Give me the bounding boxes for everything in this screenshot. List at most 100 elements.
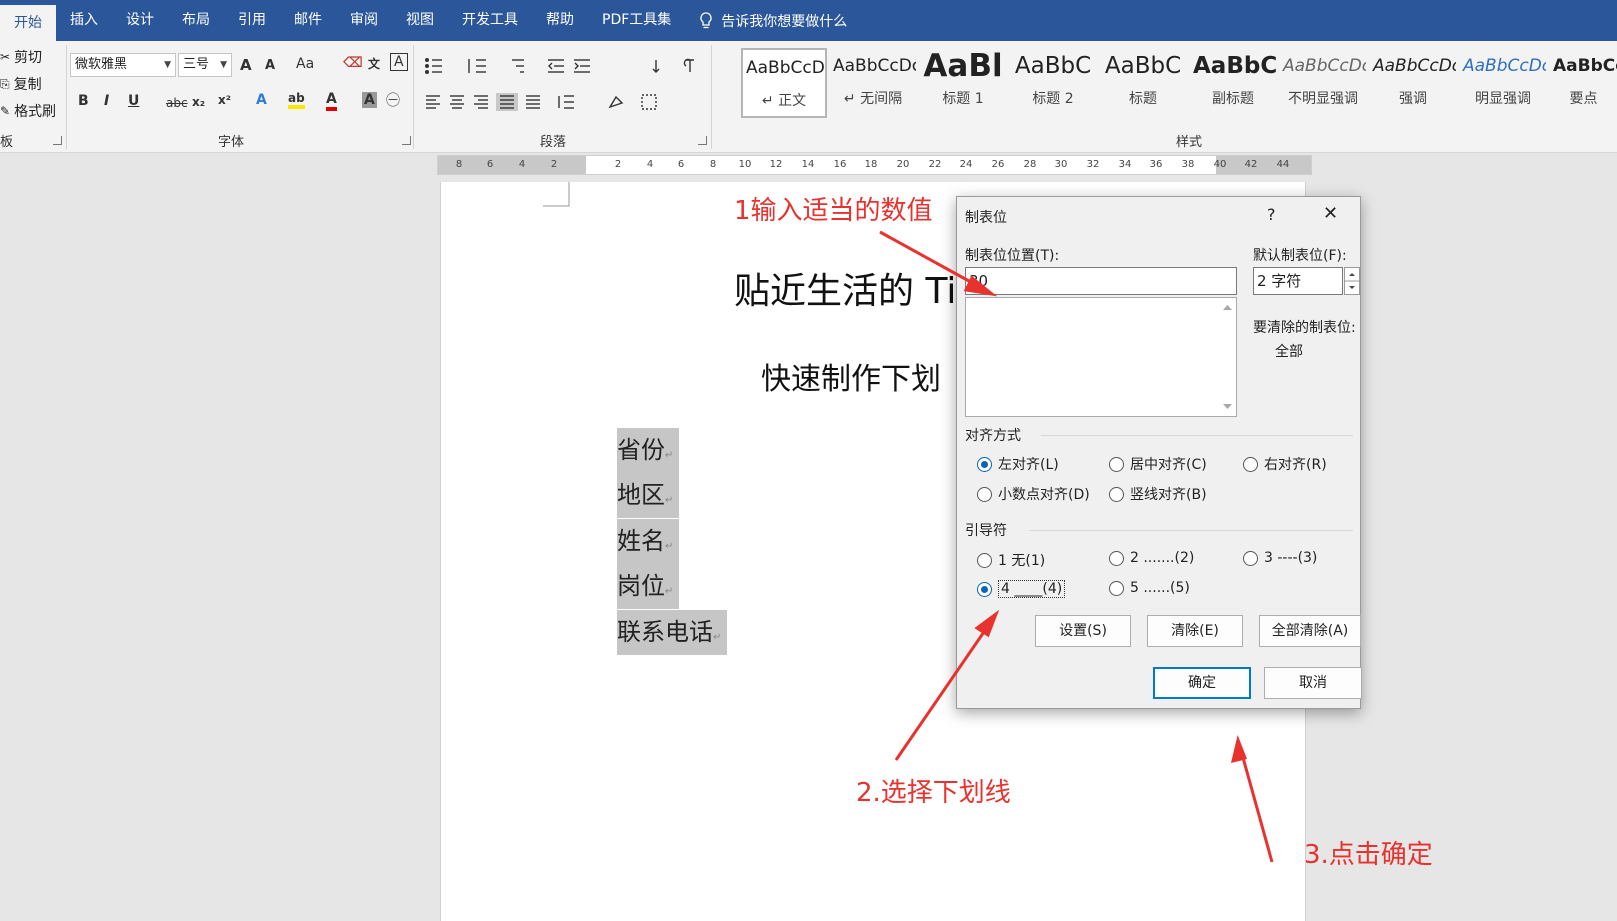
- style-title[interactable]: AaBbC 标题: [1100, 48, 1186, 118]
- leader-dots-radio[interactable]: 2 .......(2): [1109, 550, 1194, 566]
- alignment-section-label: 对齐方式: [965, 428, 1021, 444]
- tab-position-input[interactable]: 30: [965, 267, 1237, 295]
- clear-all-button[interactable]: 全部清除(A): [1259, 615, 1361, 647]
- ruler-label: 4: [518, 159, 526, 170]
- style-strong[interactable]: AaBbCc要点: [1550, 48, 1617, 118]
- list-scrollbar[interactable]: [1219, 298, 1236, 416]
- radio-icon: [1243, 456, 1258, 472]
- tab-references[interactable]: 引用: [224, 0, 280, 41]
- close-icon[interactable]: ✕: [1323, 203, 1338, 224]
- style-no-spacing[interactable]: AaBbCcDc ↵ 无间隔: [830, 48, 916, 118]
- cut-button[interactable]: ✂ 剪切: [0, 47, 42, 67]
- ruler-label: 6: [677, 159, 685, 170]
- copy-button[interactable]: ⎘ 复制: [0, 74, 42, 94]
- tab-developer[interactable]: 开发工具: [448, 0, 532, 41]
- char-border-button[interactable]: A: [390, 53, 408, 71]
- ruler-label: 4: [646, 159, 654, 170]
- style-emphasis[interactable]: AaBbCcDc 强调: [1370, 48, 1456, 118]
- leader-dashes-radio[interactable]: 3 ----(3): [1243, 550, 1317, 566]
- distributed-icon: [526, 95, 540, 109]
- copy-icon: ⎘: [0, 76, 10, 91]
- tab-design[interactable]: 设计: [112, 0, 168, 41]
- font-color-icon[interactable]: A: [326, 91, 337, 111]
- style-normal[interactable]: AaBbCcDc↵ 正文: [741, 48, 827, 118]
- to-clear-value: 全部: [1275, 344, 1303, 360]
- paragraph-launcher-icon[interactable]: [698, 136, 707, 145]
- tab-mailings[interactable]: 邮件: [280, 0, 336, 41]
- tell-me-box[interactable]: 告诉我你想要做什么: [699, 0, 847, 41]
- list-item[interactable]: 岗位↵: [617, 564, 680, 609]
- default-tab-spinner[interactable]: [1344, 267, 1360, 295]
- char-shading-icon[interactable]: A: [362, 92, 377, 108]
- eraser-icon[interactable]: ⌫: [343, 55, 363, 71]
- shrink-font-button[interactable]: A: [265, 58, 275, 73]
- leader-underline-radio[interactable]: 4 ____(4): [977, 580, 1066, 598]
- bullets-icon: [425, 58, 442, 74]
- italic-button[interactable]: I: [104, 93, 109, 109]
- style-intense-emphasis[interactable]: AaBbCcDc 明显强调: [1460, 48, 1546, 118]
- ruler-label: 8: [455, 159, 463, 170]
- ruler-label: 34: [1118, 159, 1132, 170]
- subscript-button[interactable]: x₂: [192, 95, 205, 109]
- ruler-label: 10: [738, 159, 752, 170]
- leader-none-radio[interactable]: 1 无(1): [977, 550, 1045, 570]
- grow-font-button[interactable]: A: [240, 56, 252, 74]
- style-heading-2[interactable]: AaBbC 标题 2: [1010, 48, 1096, 118]
- radio-icon: [1243, 550, 1258, 566]
- align-bar-radio[interactable]: 竖线对齐(B): [1109, 484, 1207, 504]
- text-effects-icon[interactable]: A: [256, 92, 267, 108]
- section-divider: [1029, 530, 1353, 531]
- format-painter-button[interactable]: ✎ 格式刷: [0, 101, 56, 121]
- paragraph-top-toolbar: [425, 58, 694, 74]
- radio-icon: [1109, 580, 1124, 596]
- tab-view[interactable]: 视图: [392, 0, 448, 41]
- font-launcher-icon[interactable]: [402, 136, 411, 145]
- font-size-combo[interactable]: 三号 ▼: [178, 53, 232, 77]
- change-case-button[interactable]: Aa: [296, 56, 314, 72]
- clipboard-launcher-icon[interactable]: [53, 136, 62, 145]
- list-item[interactable]: 地区↵: [617, 473, 680, 518]
- leader-middle-dots-radio[interactable]: 5 ......(5): [1109, 580, 1190, 596]
- clear-button[interactable]: 清除(E): [1147, 615, 1243, 647]
- lightbulb-icon: [700, 11, 712, 28]
- default-tab-input[interactable]: 2 字符: [1253, 267, 1343, 295]
- line-spacing-icon: [558, 95, 574, 109]
- align-left-radio[interactable]: 左对齐(L): [977, 454, 1059, 474]
- tab-review[interactable]: 审阅: [336, 0, 392, 41]
- ruler-label: 36: [1149, 159, 1163, 170]
- phonetic-guide-icon[interactable]: 文: [368, 55, 380, 72]
- underline-button[interactable]: U: [128, 93, 139, 109]
- align-decimal-radio[interactable]: 小数点对齐(D): [977, 484, 1090, 504]
- tab-layout[interactable]: 布局: [168, 0, 224, 41]
- style-heading-1[interactable]: AaBl 标题 1: [920, 48, 1006, 118]
- list-item[interactable]: 联系电话↵: [617, 610, 728, 655]
- tab-help[interactable]: 帮助: [532, 0, 588, 41]
- tab-pdf-tools[interactable]: PDF工具集: [588, 0, 685, 41]
- set-button[interactable]: 设置(S): [1035, 615, 1131, 647]
- help-icon[interactable]: ?: [1267, 205, 1276, 224]
- align-center-radio[interactable]: 居中对齐(C): [1109, 454, 1207, 474]
- superscript-button[interactable]: x²: [218, 93, 231, 107]
- enclose-char-icon[interactable]: ㊀: [386, 90, 400, 110]
- ok-button[interactable]: 确定: [1153, 667, 1251, 699]
- highlight-icon[interactable]: ab: [288, 91, 305, 109]
- ruler-right-margin: [1216, 156, 1311, 174]
- bold-button[interactable]: B: [78, 93, 89, 109]
- align-right-radio[interactable]: 右对齐(R): [1243, 454, 1327, 474]
- tab-insert[interactable]: 插入: [56, 0, 112, 41]
- strikethrough-button[interactable]: abc: [166, 96, 188, 110]
- cancel-button[interactable]: 取消: [1264, 667, 1362, 699]
- horizontal-ruler[interactable]: 8 6 4 2 2 4 6 8 10 12 14 16 18 20 22 24 …: [437, 155, 1312, 175]
- tab-stop-list[interactable]: [965, 297, 1237, 417]
- group-divider: [711, 45, 712, 149]
- list-item[interactable]: 姓名↵: [617, 519, 680, 564]
- ribbon-tab-bar: 开始 插入 设计 布局 引用 邮件 审阅 视图 开发工具 帮助 PDF工具集 告…: [0, 0, 1617, 41]
- style-subtle-emphasis[interactable]: AaBbCcDc 不明显强调: [1280, 48, 1366, 118]
- tabs-dialog: 制表位 ? ✕ 制表位位置(T): 30 默认制表位(F): 2 字符 要清除的…: [956, 196, 1362, 709]
- tab-home[interactable]: 开始: [0, 5, 56, 41]
- list-item[interactable]: 省份↵: [617, 428, 680, 473]
- radio-icon: [1109, 456, 1124, 472]
- font-name-combo[interactable]: 微软雅黑 ▼: [70, 53, 176, 77]
- to-clear-label: 要清除的制表位:: [1253, 320, 1356, 336]
- style-subtitle[interactable]: AaBbC 副标题: [1190, 48, 1276, 118]
